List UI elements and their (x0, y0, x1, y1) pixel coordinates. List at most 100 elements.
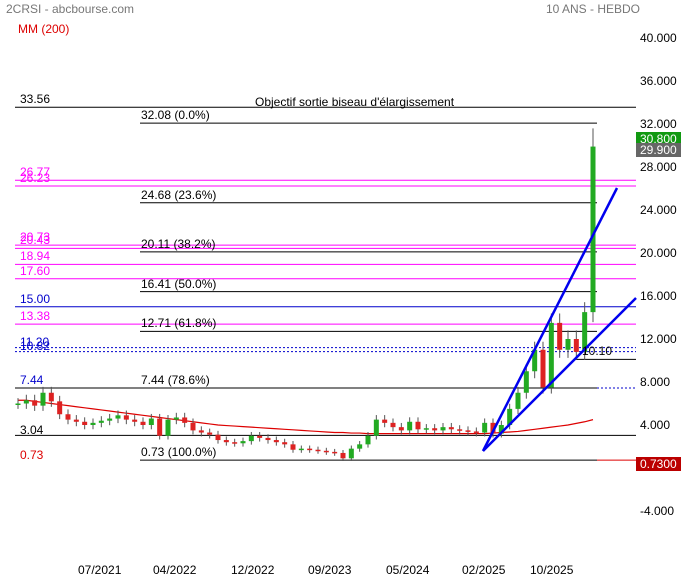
period-label: 10 ANS - HEBDO (545, 2, 640, 16)
candle-body (140, 421, 146, 425)
candle-body (315, 449, 321, 452)
level-label: 3.04 (20, 423, 44, 438)
candle-body (573, 339, 579, 352)
price-chart (15, 106, 637, 461)
candle-body (132, 419, 138, 422)
candle-body (440, 427, 446, 431)
candle-body (232, 442, 238, 444)
level-label: 0.73 (20, 448, 44, 463)
candle-body (198, 430, 204, 433)
level-label: 17.60 (20, 263, 51, 278)
y-tick-label: 4.000 (640, 418, 671, 432)
fib-label: 16.41 (50.0%) (141, 276, 217, 291)
candle-body (415, 421, 421, 430)
candle-body (557, 322, 563, 350)
candle-body (290, 444, 296, 450)
candle-body (432, 428, 438, 431)
candle-body (215, 434, 221, 441)
candle-body (423, 428, 429, 430)
x-tick-label: 02/2025 (462, 563, 506, 577)
candle-body (165, 419, 171, 436)
chart-container: 2CRSI - abcbourse.com 10 ANS - HEBDO MM … (0, 0, 684, 580)
y-tick-label: 12.000 (640, 332, 677, 346)
candle-body (357, 444, 363, 449)
candle-body (340, 452, 346, 459)
candle-body (123, 415, 129, 420)
candle-body (407, 421, 413, 431)
candle-body (307, 448, 313, 451)
x-tick-label: 07/2021 (78, 563, 122, 577)
candle-body (48, 392, 54, 402)
level-label: 26.23 (20, 171, 51, 186)
candle-body (257, 435, 263, 438)
y-tick-label: 32.000 (640, 117, 677, 131)
last-price-badge: 29.900 (636, 143, 681, 157)
candle-body (373, 419, 379, 436)
y-tick-label: 40.000 (640, 31, 677, 45)
candle-body (40, 392, 46, 406)
candle-body (282, 442, 288, 445)
wedge-upper-line (481, 187, 619, 452)
candle-body (465, 430, 471, 432)
fib-label: 20.11 (38.2%) (141, 236, 216, 251)
fib-label: 0.73 (100.0%) (141, 445, 217, 460)
candle-body (73, 419, 79, 422)
level-label: 20.43 (20, 233, 51, 248)
candle-body (248, 435, 254, 442)
candle-body (273, 440, 279, 443)
candle-body (482, 422, 488, 433)
level-label: 10.82 (20, 338, 51, 353)
candle-body (32, 400, 38, 406)
symbol-title: 2CRSI - abcbourse.com (6, 2, 135, 16)
candle-body (157, 418, 163, 436)
candle-body (365, 435, 371, 445)
y-tick-label: 24.000 (640, 203, 677, 217)
candle-body (448, 427, 454, 430)
candle-body (207, 432, 213, 435)
y-tick-label: 28.000 (640, 160, 677, 174)
candle-body (457, 429, 463, 431)
y-tick-label: -4.000 (640, 504, 675, 518)
candle-body (115, 415, 121, 419)
candle-body (82, 421, 88, 425)
candle-body (398, 427, 404, 431)
x-tick-label: 09/2023 (308, 563, 352, 577)
candle-body (182, 417, 188, 423)
y-tick-label: 8.000 (640, 375, 671, 389)
candle-body (332, 451, 338, 454)
candle-body (148, 418, 154, 425)
candle-body (190, 422, 196, 431)
candle-body (523, 371, 529, 393)
level-label: 7.44 (20, 373, 44, 388)
mm-legend: MM (200) (18, 22, 70, 36)
y-tick-label: 36.000 (640, 74, 677, 88)
candle-body (57, 401, 63, 415)
candle-body (223, 440, 229, 443)
candle-body (348, 448, 354, 459)
candle-body (390, 422, 396, 428)
y-tick-label: 20.000 (640, 246, 677, 260)
level-label: 18.94 (20, 249, 51, 264)
candle-body (382, 419, 388, 423)
fib-label: 7.44 (78.6%) (141, 373, 210, 388)
level-label: 33.56 (20, 92, 51, 107)
candle-body (15, 403, 21, 405)
level-label: 10.10 (582, 344, 613, 359)
candle-body (90, 422, 96, 425)
candle-body (565, 339, 571, 350)
candle-body (323, 450, 329, 453)
level-label: 15.00 (20, 291, 51, 306)
candle-body (173, 417, 179, 420)
candle-body (548, 322, 554, 388)
chart-annotation: Objectif sortie biseau d'élargissement (255, 95, 455, 109)
candle-body (473, 431, 479, 433)
level-label: 13.38 (20, 309, 51, 324)
candle-body (23, 400, 29, 404)
candle-body (540, 349, 546, 388)
candle-body (107, 418, 113, 421)
candle-body (65, 414, 71, 420)
fib-label: 12.71 (61.8%) (141, 316, 217, 331)
fib-label: 32.08 (0.0%) (141, 108, 210, 123)
candle-body (265, 437, 271, 441)
x-tick-label: 05/2024 (386, 563, 430, 577)
